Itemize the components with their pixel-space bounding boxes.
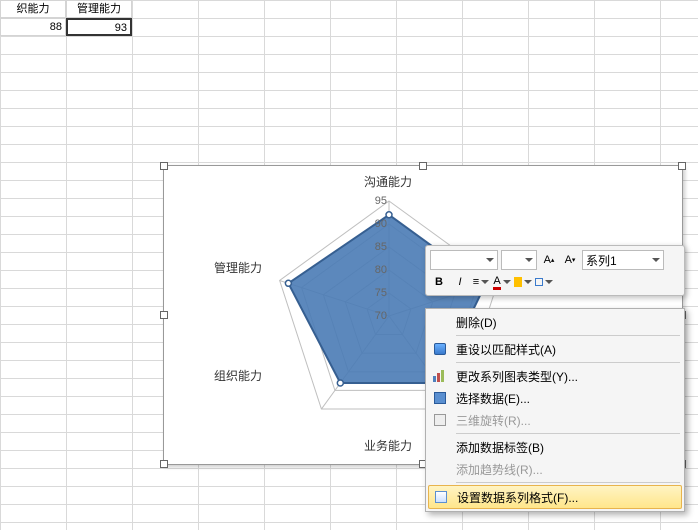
chart-type-icon: [432, 368, 448, 384]
font-color-button[interactable]: A: [493, 273, 511, 291]
axis-label-left-upper: 管理能力: [214, 259, 262, 276]
grow-font-button[interactable]: A▴: [540, 251, 558, 269]
value-cell-2-selected[interactable]: 93: [66, 18, 132, 36]
size-combo[interactable]: [501, 250, 537, 270]
outline-button[interactable]: [535, 273, 553, 291]
italic-button[interactable]: I: [451, 273, 469, 291]
spreadsheet-grid[interactable]: for(let i=0;i<30;i++)document.write('<di…: [0, 0, 698, 530]
value-cell-1[interactable]: 88: [0, 18, 66, 36]
ctx-reset-style[interactable]: 重设以匹配样式(A): [428, 338, 682, 360]
ctx-select-data[interactable]: 选择数据(E)...: [428, 387, 682, 409]
ctx-format-series[interactable]: 设置数据系列格式(F)...: [428, 485, 682, 509]
series-selector[interactable]: 系列1: [582, 250, 664, 270]
select-data-icon: [432, 390, 448, 406]
context-menu: 删除(D) 重设以匹配样式(A) 更改系列图表类型(Y)... 选择数据(E).…: [425, 308, 685, 512]
reset-icon: [432, 341, 448, 357]
axis-label-left-lower: 组织能力: [214, 367, 262, 384]
align-button[interactable]: ≡: [472, 273, 490, 291]
ctx-add-trendline: 添加趋势线(R)...: [428, 458, 682, 480]
fill-color-button[interactable]: [514, 273, 532, 291]
ctx-add-data-label[interactable]: 添加数据标签(B): [428, 436, 682, 458]
ctx-3d-rotate: 三维旋转(R)...: [428, 409, 682, 431]
bold-button[interactable]: B: [430, 273, 448, 291]
header-cell-1[interactable]: 织能力: [0, 0, 66, 18]
shrink-font-button[interactable]: A▾: [561, 251, 579, 269]
format-icon: [433, 489, 449, 505]
axis-label-bottom: 业务能力: [364, 437, 412, 454]
axis-label-top: 沟通能力: [364, 173, 412, 190]
mini-format-toolbar[interactable]: A▴ A▾ 系列1 B I ≡ A: [425, 245, 685, 296]
ctx-change-chart-type[interactable]: 更改系列图表类型(Y)...: [428, 365, 682, 387]
font-combo[interactable]: [430, 250, 498, 270]
ctx-delete[interactable]: 删除(D): [428, 311, 682, 333]
header-cell-2[interactable]: 管理能力: [66, 0, 132, 18]
rotate-3d-icon: [432, 412, 448, 428]
